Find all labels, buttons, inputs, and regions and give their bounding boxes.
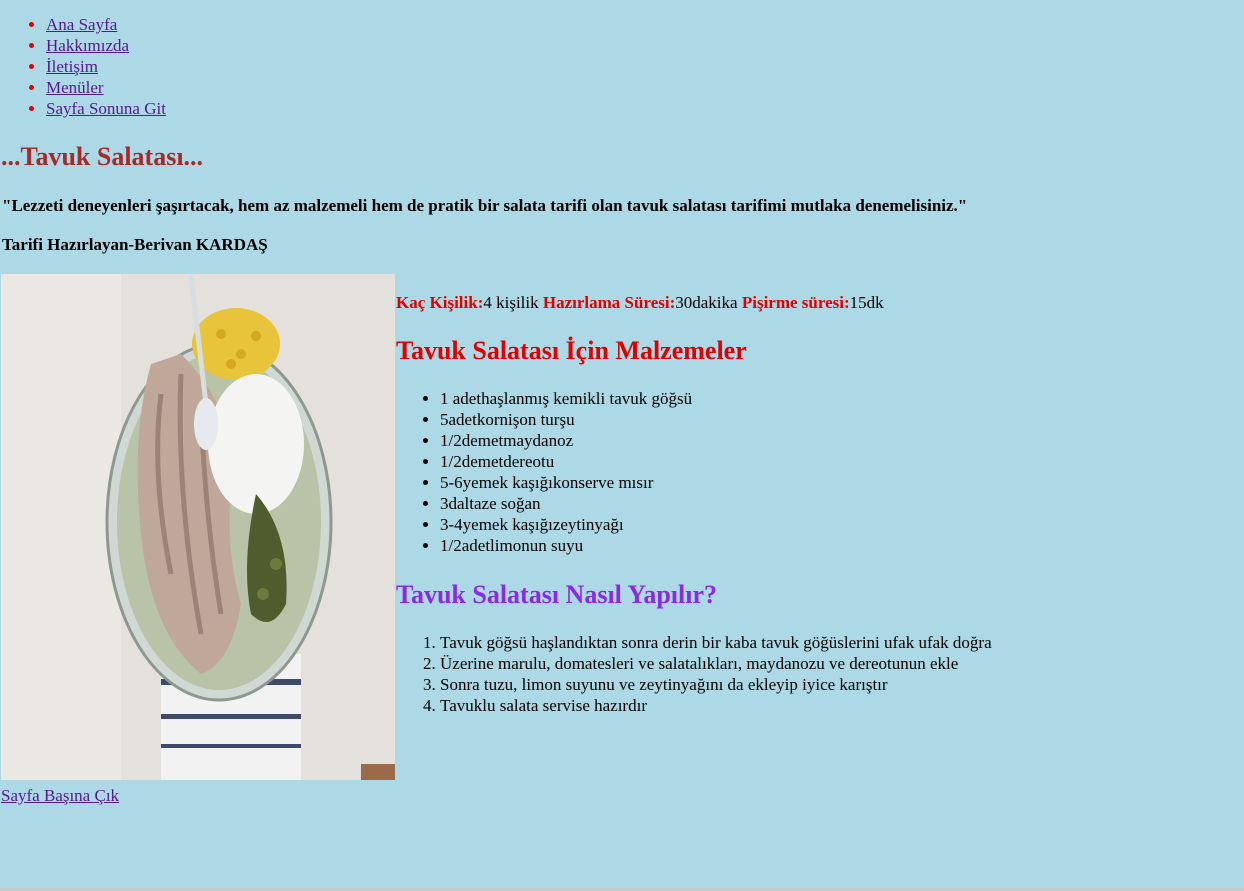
prep-time-label: Hazırlama Süresi: — [542, 293, 676, 312]
page-title: ...Tavuk Salatası... — [1, 142, 204, 171]
recipe-quote: "Lezzeti deneyenleri şaşırtacak, hem az … — [2, 196, 968, 215]
nav-item-home: Ana Sayfa — [46, 14, 1244, 35]
recipe-author: Tarifi Hazırlayan-Berivan KARDAŞ — [2, 235, 268, 254]
cook-time-value: 15dk — [849, 293, 884, 312]
nav-link-about[interactable]: Hakkımızda — [46, 36, 129, 55]
recipe-meta: Kaç Kişilik:4 kişilik Hazırlama Süresi:3… — [396, 292, 1216, 314]
ingredients-list: 1 adethaşlanmış kemikli tavuk göğsü 5ade… — [396, 388, 1140, 556]
list-item: Üzerine marulu, domatesleri ve salatalık… — [440, 653, 1200, 674]
servings-value: 4 kişilik — [483, 293, 539, 312]
list-item: 1/2demetdereotu — [440, 451, 1140, 472]
nav-link-go-bottom[interactable]: Sayfa Sonuna Git — [46, 99, 166, 118]
ingredients-heading: Tavuk Salatası İçin Malzemeler — [396, 336, 747, 365]
nav-item-menus: Menüler — [46, 77, 1244, 98]
list-item: 3-4yemek kaşığızeytinyağı — [440, 514, 1140, 535]
nav-link-menus[interactable]: Menüler — [46, 78, 104, 97]
nav-item-contact: İletişim — [46, 56, 1244, 77]
nav-item-go-bottom: Sayfa Sonuna Git — [46, 98, 1244, 119]
prep-time-value: 30dakika — [675, 293, 738, 312]
list-item: Tavuklu salata servise hazırdır — [440, 695, 1200, 716]
cook-time-label: Pişirme süresi: — [741, 293, 850, 312]
list-item: 3daltaze soğan — [440, 493, 1140, 514]
main-nav: Ana Sayfa Hakkımızda İletişim Menüler Sa… — [0, 0, 1244, 119]
list-item: 1/2demetmaydanoz — [440, 430, 1140, 451]
list-item: 5adetkornişon turşu — [440, 409, 1140, 430]
list-item: 1/2adetlimonun suyu — [440, 535, 1140, 556]
instructions-heading: Tavuk Salatası Nasıl Yapılır? — [396, 580, 718, 609]
servings-label: Kaç Kişilik: — [396, 293, 484, 312]
nav-item-about: Hakkımızda — [46, 35, 1244, 56]
nav-link-home[interactable]: Ana Sayfa — [46, 15, 117, 34]
list-item: 5-6yemek kaşığıkonserve mısır — [440, 472, 1140, 493]
nav-link-contact[interactable]: İletişim — [46, 57, 98, 76]
list-item: Tavuk göğsü haşlandıktan sonra derin bir… — [440, 632, 1200, 653]
back-to-top-link[interactable]: Sayfa Başına Çık — [1, 786, 119, 806]
list-item: 1 adethaşlanmış kemikli tavuk göğsü — [440, 388, 1140, 409]
salad-photo — [1, 274, 395, 780]
list-item: Sonra tuzu, limon suyunu ve zeytinyağını… — [440, 674, 1200, 695]
instructions-list: Tavuk göğsü haşlandıktan sonra derin bir… — [396, 632, 1200, 716]
recipe-content: Kaç Kişilik:4 kişilik Hazırlama Süresi:3… — [396, 292, 1216, 715]
